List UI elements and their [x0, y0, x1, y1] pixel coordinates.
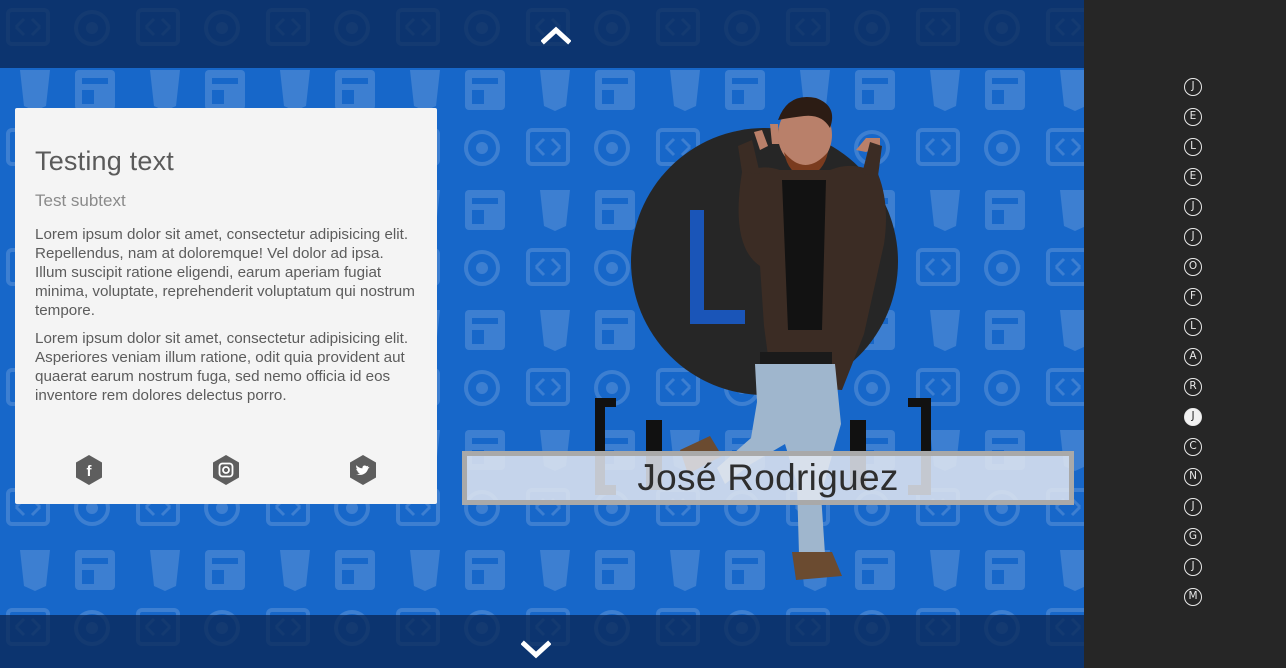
chevron-down-icon[interactable] [521, 637, 551, 661]
nav-dot-j[interactable]: J [1184, 498, 1202, 516]
person-name: José Rodriguez [637, 457, 899, 498]
nav-dot-j[interactable]: J [1184, 78, 1202, 96]
nav-dot-c[interactable]: C [1184, 438, 1202, 456]
main-stage: Testing text Test subtext Lorem ipsum do… [0, 0, 1084, 668]
nav-dot-m[interactable]: M [1184, 588, 1202, 606]
card-paragraph: Lorem ipsum dolor sit amet, consectetur … [35, 330, 409, 404]
facebook-link[interactable]: f [74, 454, 104, 486]
card-title: Testing text [35, 146, 174, 176]
nav-dot-e[interactable]: E [1184, 168, 1202, 186]
facebook-icon: f [76, 455, 102, 485]
twitter-link[interactable] [348, 454, 378, 486]
nav-dot-l[interactable]: L [1184, 138, 1202, 156]
nav-dot-o[interactable]: O [1184, 258, 1202, 276]
twitter-icon [350, 455, 376, 485]
nav-dot-a[interactable]: A [1184, 348, 1202, 366]
nav-dot-j[interactable]: J [1184, 228, 1202, 246]
nav-dot-n[interactable]: N [1184, 468, 1202, 486]
nav-dot-j[interactable]: J [1184, 198, 1202, 216]
nav-dot-f[interactable]: F [1184, 288, 1202, 306]
info-card: Testing text Test subtext Lorem ipsum do… [15, 108, 437, 504]
card-paragraph: Lorem ipsum dolor sit amet, consectetur … [35, 226, 415, 319]
nav-dot-j[interactable]: J [1184, 408, 1202, 426]
card-subtitle: Test subtext [35, 191, 126, 210]
name-banner: José Rodriguez [462, 451, 1074, 505]
person-photo [680, 96, 886, 580]
nav-dot-r[interactable]: R [1184, 378, 1202, 396]
nav-dot-j[interactable]: J [1184, 558, 1202, 576]
nav-dot-l[interactable]: L [1184, 318, 1202, 336]
chevron-up-icon[interactable] [541, 24, 571, 48]
social-links: f [15, 454, 437, 486]
nav-dot-e[interactable]: E [1184, 108, 1202, 126]
instagram-link[interactable] [211, 454, 241, 486]
nav-dot-g[interactable]: G [1184, 528, 1202, 546]
letter-nav-sidebar: JELEJJOFLARJCNJGJM [1084, 0, 1286, 668]
instagram-icon [213, 455, 239, 485]
